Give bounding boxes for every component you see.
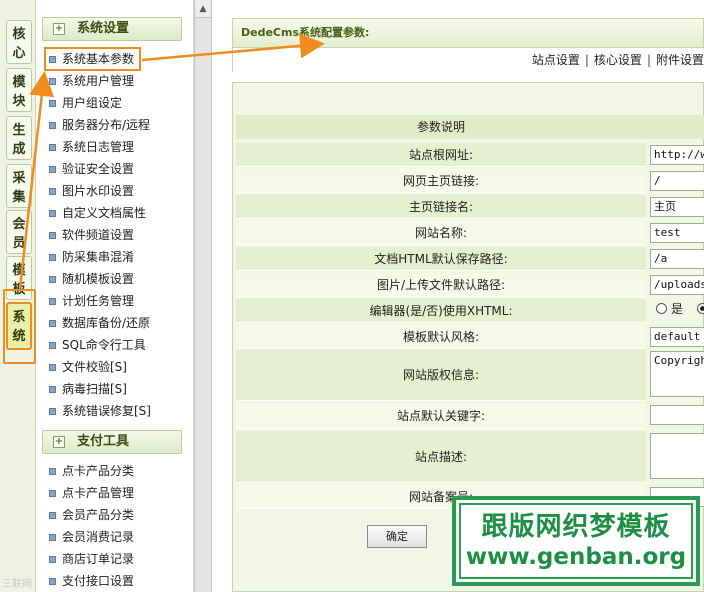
arrow-to-title xyxy=(141,33,325,62)
corner-watermark: 三联网 xyxy=(2,579,32,590)
watermark-line1: 跟版网织梦模板 xyxy=(481,512,671,542)
genban-watermark: 跟版网织梦模板 www.genban.org xyxy=(452,496,700,586)
arrow-to-menu xyxy=(18,71,55,289)
watermark-line2: www.genban.org xyxy=(465,544,687,570)
